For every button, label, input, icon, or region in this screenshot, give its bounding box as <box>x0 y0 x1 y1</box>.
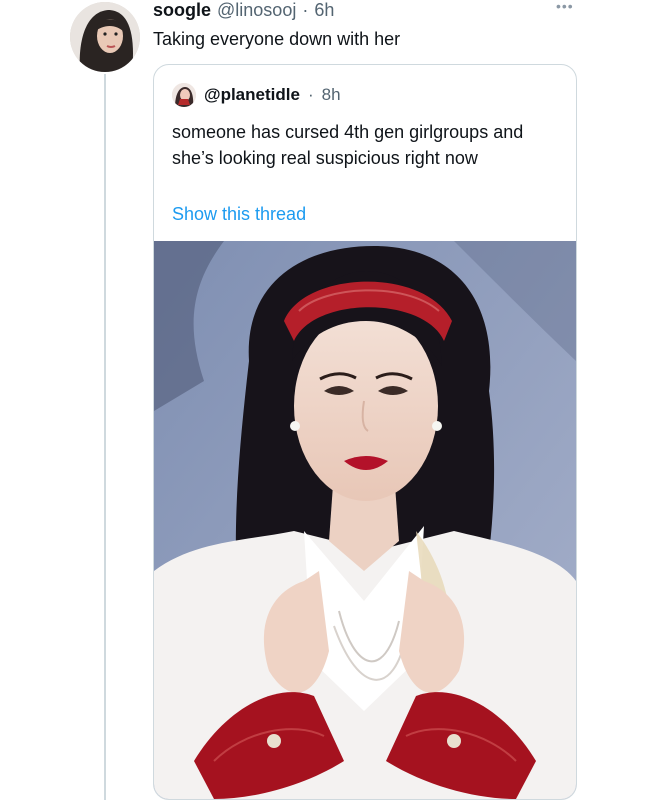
quoted-tweet-card[interactable]: @planetidle · 8h someone has cursed 4th … <box>153 64 577 800</box>
more-horizontal-icon[interactable]: ••• <box>556 0 574 13</box>
author-avatar[interactable] <box>70 2 140 72</box>
author-handle[interactable]: @linosooj <box>217 0 296 21</box>
header-separator: · <box>302 0 309 20</box>
tweet-header: soogle @linosooj · 6h <box>153 0 334 24</box>
show-thread-link[interactable]: Show this thread <box>172 204 306 225</box>
quoted-tweet-photo[interactable] <box>154 241 576 799</box>
quoted-tweet-timestamp[interactable]: 8h <box>322 85 341 105</box>
quoted-author-handle[interactable]: @planetidle <box>204 85 300 105</box>
tweet-timestamp[interactable]: 6h <box>314 0 334 21</box>
author-display-name[interactable]: soogle <box>153 0 211 21</box>
quoted-tweet-header: @planetidle · 8h <box>172 83 341 107</box>
thread-connector-line <box>104 74 106 800</box>
quoted-tweet-text: someone has cursed 4th gen girlgroups an… <box>172 122 524 168</box>
quoted-author-avatar[interactable] <box>172 83 196 107</box>
tweet-text: Taking everyone down with her <box>153 29 401 49</box>
quoted-header-separator: · <box>307 85 314 104</box>
